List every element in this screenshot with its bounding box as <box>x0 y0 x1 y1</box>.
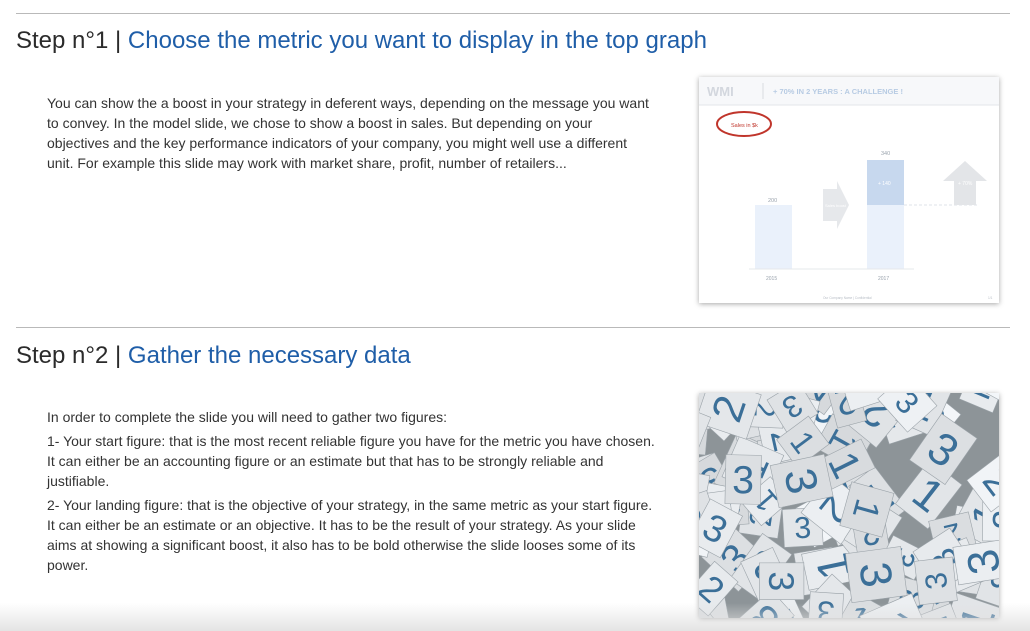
numbers-photo: 1111222121321313322311233123123111221212… <box>699 393 999 618</box>
step-1-separator: | <box>115 27 122 54</box>
slide-preview-image: WMI + 70% IN 2 YEARS : A CHALLENGE ! Sal… <box>699 77 999 303</box>
number-card: 3 <box>759 562 805 601</box>
slide-bar-2015 <box>755 205 792 269</box>
step-1-paragraph: You can show the a boost in your strateg… <box>47 95 649 171</box>
slide-page-number: 1/1 <box>988 296 993 300</box>
step-2-prefix: Step n°2 <box>16 342 109 369</box>
step-1-description: You can show the a boost in your strateg… <box>47 93 657 177</box>
step-1-prefix: Step n°1 <box>16 27 109 54</box>
slide-logo: WMI <box>707 84 734 99</box>
slide-big-arrow-label: + 70% <box>958 181 973 187</box>
step-1-title: Choose the metric you want to display in… <box>127 27 707 54</box>
svg-text:3: 3 <box>761 571 801 591</box>
section-divider-middle <box>16 327 1010 328</box>
slide-year-start: 2015 <box>766 276 777 282</box>
section-divider-top <box>16 13 1010 14</box>
svg-text:2: 2 <box>985 510 999 530</box>
slide-bar-start-value: 200 <box>768 198 777 204</box>
slide-year-end: 2017 <box>878 276 889 282</box>
step-2-paragraph-start-figure: 1- Your start figure: that is the most r… <box>47 433 655 489</box>
slide-headline: + 70% IN 2 YEARS : A CHALLENGE ! <box>773 87 903 96</box>
slide-footer: Our Company Name | Confidential <box>823 296 872 300</box>
step-2-paragraph-intro: In order to complete the slide you will … <box>47 409 447 425</box>
step-1-heading: Step n°1 | Choose the metric you want to… <box>16 27 707 55</box>
step-2-paragraph-landing-figure: 2- Your landing figure: that is the obje… <box>47 497 653 573</box>
slide-bar-2017 <box>867 205 904 269</box>
slide-bar-end-value: 340 <box>881 151 890 157</box>
number-card: 3 <box>724 454 762 505</box>
step-2-title: Gather the necessary data <box>127 342 411 369</box>
slide-circled-label: Sales in $k <box>731 123 758 129</box>
number-card: 3 <box>914 556 958 606</box>
step-2-separator: | <box>115 342 122 369</box>
slide-arrow-label: Sales boost <box>825 203 847 208</box>
step-2-description: In order to complete the slide you will … <box>47 407 657 579</box>
step-2-heading: Step n°2 | Gather the necessary data <box>16 342 411 370</box>
slide-increment-label: + 140 <box>878 181 891 187</box>
number-card: 3 <box>845 546 908 604</box>
svg-text:3: 3 <box>732 459 755 502</box>
page-bottom-fade <box>0 603 1030 631</box>
